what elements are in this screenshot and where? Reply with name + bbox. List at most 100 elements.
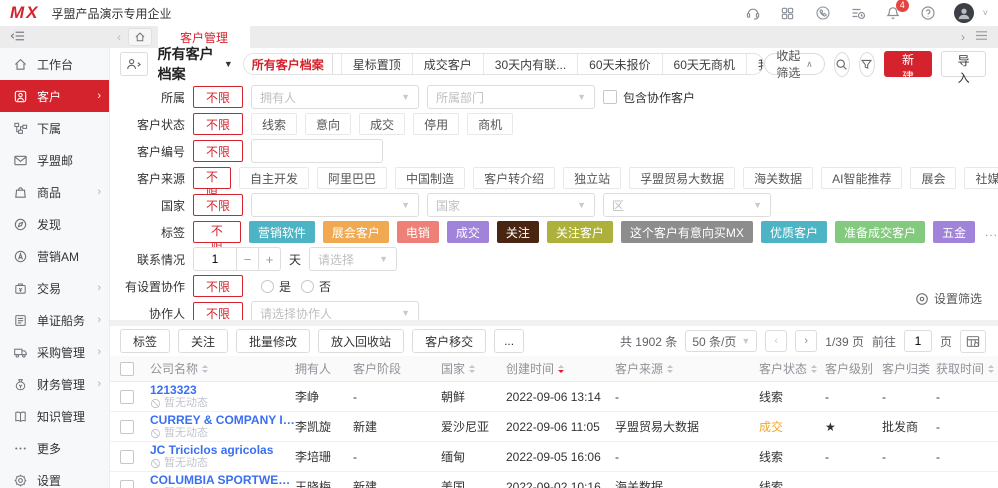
quick-tab-deal-customers[interactable]: 成交客户 (412, 54, 483, 74)
tag-exhibition-customer[interactable]: 展会客户 (323, 221, 389, 243)
goto-page-input[interactable] (904, 330, 932, 352)
contact-days-input[interactable] (193, 247, 237, 271)
next-page-button[interactable]: › (795, 330, 817, 352)
phone-call-icon[interactable] (814, 4, 832, 22)
collab-no-radio[interactable] (301, 280, 314, 293)
continent-select[interactable]: ▼ (251, 193, 419, 217)
tag-quality-customer[interactable]: 优质客户 (761, 221, 827, 243)
owner-select[interactable]: 拥有人▼ (251, 85, 419, 109)
contact-condition-select[interactable]: 请选择▼ (309, 247, 397, 271)
country-unlimited-button[interactable]: 不限 (193, 194, 243, 216)
code-unlimited-button[interactable]: 不限 (193, 140, 243, 162)
sidebar-item-knowledge[interactable]: 知识管理 (0, 400, 109, 432)
new-button[interactable]: 新建 (884, 51, 933, 77)
status-option-opportunity[interactable]: 商机 (467, 113, 513, 135)
sidebar-item-subordinates[interactable]: 下属 (0, 112, 109, 144)
company-name-link[interactable]: COLUMBIA SPORTWEAR COM... (150, 473, 295, 487)
collaborator-select[interactable]: 请选择协作人▼ (251, 301, 419, 320)
search-icon[interactable] (834, 52, 850, 77)
view-title-caret-icon[interactable]: ▼ (224, 59, 233, 69)
source-option-fumeng-trade-data[interactable]: 孚盟贸易大数据 (629, 167, 735, 189)
col-status[interactable]: 客户状态 (759, 360, 825, 377)
import-button[interactable]: 导入 (941, 51, 986, 77)
sort-icon[interactable] (811, 365, 817, 373)
source-option-alibaba[interactable]: 阿里巴巴 (317, 167, 387, 189)
source-option-self-developed[interactable]: 自主开发 (239, 167, 309, 189)
prev-page-button[interactable]: ‹ (765, 330, 787, 352)
sidebar-item-customers[interactable]: 客户 › (0, 80, 109, 112)
row-checkbox[interactable] (120, 450, 134, 464)
tab-list-icon[interactable] (975, 30, 988, 44)
follow-action-button[interactable]: 关注 (178, 329, 228, 353)
tag-follow[interactable]: 关注 (497, 221, 539, 243)
chevron-left-icon[interactable]: ‹ (110, 30, 128, 44)
owner-unlimited-button[interactable]: 不限 (193, 86, 243, 108)
row-checkbox[interactable] (120, 390, 134, 404)
minus-icon[interactable]: − (237, 247, 259, 271)
avatar-chevron-down-icon[interactable]: ˅ (983, 8, 988, 18)
filter-settings-button[interactable]: 设置筛选 (915, 290, 982, 307)
column-settings-icon[interactable] (960, 330, 986, 353)
quick-tab-no-opportunity-60d[interactable]: 60天无商机 (662, 54, 746, 74)
col-country[interactable]: 国家 (441, 360, 506, 377)
filter-funnel-icon[interactable] (859, 52, 875, 77)
col-source[interactable]: 客户来源 (615, 360, 759, 377)
more-actions-button[interactable]: ... (494, 329, 524, 353)
source-option-referral[interactable]: 客户转介绍 (473, 167, 555, 189)
sort-icon[interactable] (988, 365, 994, 373)
tag-action-button[interactable]: 标签 (120, 329, 170, 353)
sidebar-item-products[interactable]: 商品 › (0, 176, 109, 208)
source-option-made-in-china[interactable]: 中国制造 (395, 167, 465, 189)
sort-desc-icon[interactable] (558, 365, 564, 373)
user-avatar[interactable] (954, 3, 974, 23)
collaborator-unlimited-button[interactable]: 不限 (193, 302, 243, 320)
sidebar-item-more[interactable]: 更多 (0, 432, 109, 464)
source-option-social-media[interactable]: 社媒平台 (964, 167, 998, 189)
status-unlimited-button[interactable]: 不限 (193, 113, 243, 135)
chevron-right-icon[interactable]: › (961, 30, 965, 44)
company-name-link[interactable]: JC Triciclos agricolas (150, 443, 295, 457)
col-created-time[interactable]: 创建时间 (506, 360, 615, 377)
row-checkbox[interactable] (120, 420, 134, 434)
row-checkbox[interactable] (120, 480, 134, 488)
collapse-filter-button[interactable]: 收起筛选 ∧ (764, 53, 824, 75)
status-option-disabled[interactable]: 停用 (413, 113, 459, 135)
sidebar-item-trade[interactable]: 交易 › (0, 272, 109, 304)
quick-tab-starred[interactable]: 星标置顶 (341, 54, 412, 74)
help-icon[interactable] (919, 4, 937, 22)
tag-marketing-software[interactable]: 营销软件 (249, 221, 315, 243)
status-option-deal[interactable]: 成交 (359, 113, 405, 135)
tag-ready-to-deal[interactable]: 准备成交客户 (835, 221, 925, 243)
sort-icon[interactable] (469, 365, 475, 373)
sort-icon[interactable] (202, 365, 208, 373)
quick-tab-no-quote-60d[interactable]: 60天未报价 (577, 54, 661, 74)
transfer-customer-button[interactable]: 客户移交 (412, 329, 486, 353)
source-unlimited-button[interactable]: 不限 (193, 167, 231, 189)
tag-telesales[interactable]: 电销 (397, 221, 439, 243)
country-select[interactable]: 国家▼ (427, 193, 595, 217)
sidebar-item-finance[interactable]: 财务管理 › (0, 368, 109, 400)
tag-hardware[interactable]: 五金 (933, 221, 975, 243)
company-name-link[interactable]: CURREY & COMPANY INC (150, 413, 295, 427)
notification-bell-icon[interactable]: 4 (884, 4, 902, 22)
status-option-intent[interactable]: 意向 (305, 113, 351, 135)
apps-grid-icon[interactable] (779, 4, 797, 22)
quick-tab-shared-by-me[interactable]: 我共享的客户 (746, 54, 764, 74)
owner-view-icon-button[interactable] (120, 52, 148, 76)
company-name-link[interactable]: 1213323 (150, 383, 295, 397)
quick-tab-contacted-30d[interactable]: 30天内有联... (483, 54, 577, 74)
batch-edit-button[interactable]: 批量修改 (236, 329, 310, 353)
source-option-ai-recommend[interactable]: AI智能推荐 (821, 167, 902, 189)
plus-icon[interactable]: + (259, 247, 281, 271)
collab-yes-radio[interactable] (261, 280, 274, 293)
recycle-bin-button[interactable]: 放入回收站 (318, 329, 404, 353)
tags-unlimited-button[interactable]: 不限 (193, 221, 241, 243)
source-option-customs-data[interactable]: 海关数据 (743, 167, 813, 189)
source-option-independent-site[interactable]: 独立站 (563, 167, 621, 189)
status-option-lead[interactable]: 线索 (251, 113, 297, 135)
customer-code-input[interactable] (251, 139, 383, 163)
sidebar-item-discover[interactable]: 发现 (0, 208, 109, 240)
col-company-name[interactable]: 公司名称 (150, 360, 295, 377)
sidebar-item-workbench[interactable]: 工作台 (0, 48, 109, 80)
include-collab-checkbox[interactable] (603, 90, 617, 104)
